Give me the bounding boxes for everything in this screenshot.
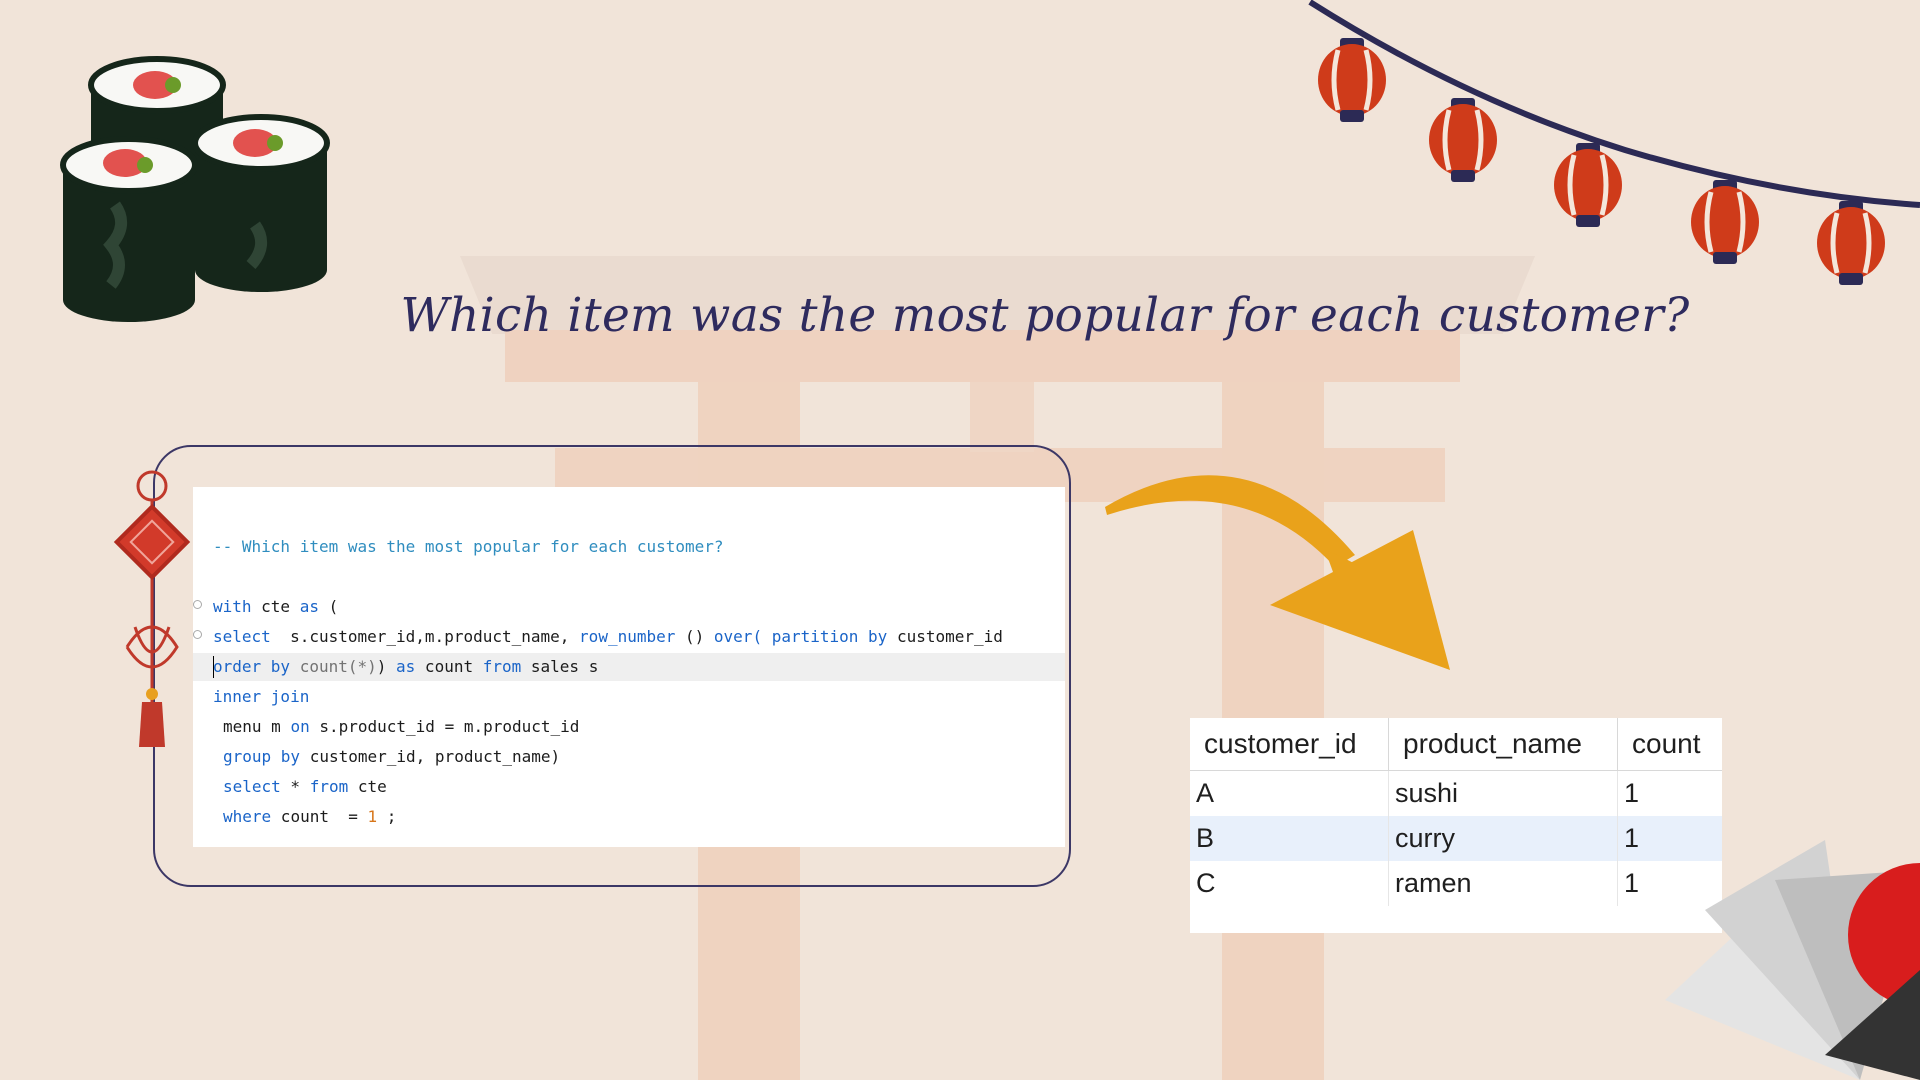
- chinese-knot-icon: [113, 470, 191, 747]
- cell-product-name[interactable]: curry: [1388, 816, 1618, 861]
- table-row[interactable]: A sushi 1: [1190, 770, 1723, 817]
- code-line: where count = 1 ;: [223, 807, 397, 826]
- cell-count[interactable]: 1: [1618, 771, 1723, 817]
- query-result-grid[interactable]: customer_id product_name count A sushi 1…: [1190, 718, 1722, 933]
- code-comment: -- Which item was the most popular for e…: [213, 537, 724, 556]
- paper-fan-icon: [1665, 840, 1920, 1080]
- code-line: select s.customer_id,m.product_name, row…: [213, 627, 1003, 646]
- code-line: select * from cte: [223, 777, 387, 796]
- cell-customer-id[interactable]: C: [1190, 861, 1389, 906]
- column-header-count[interactable]: count: [1617, 718, 1722, 771]
- cell-product-name[interactable]: ramen: [1388, 861, 1618, 906]
- table-row[interactable]: B curry 1: [1190, 816, 1722, 861]
- code-line: group by customer_id, product_name): [223, 747, 561, 766]
- text-caret: [213, 656, 214, 678]
- code-line: order by count(*)) as count from sales s: [213, 657, 599, 676]
- lantern-string-icon: [1308, 0, 1920, 285]
- column-header-customer-id[interactable]: customer_id: [1190, 718, 1389, 771]
- cell-customer-id[interactable]: B: [1190, 816, 1389, 861]
- column-header-product-name[interactable]: product_name: [1388, 718, 1618, 771]
- curved-arrow-icon: [1105, 475, 1450, 670]
- page-title: Which item was the most popular for each…: [400, 288, 1690, 343]
- fold-toggle-icon[interactable]: [193, 630, 202, 639]
- code-line: with cte as (: [213, 597, 339, 616]
- sql-code-editor[interactable]: -- Which item was the most popular for e…: [193, 487, 1065, 847]
- code-line: inner join: [213, 687, 310, 706]
- code-line: menu m on s.product_id = m.product_id: [223, 717, 580, 736]
- fold-toggle-icon[interactable]: [193, 600, 202, 609]
- table-row[interactable]: C ramen 1: [1190, 861, 1722, 906]
- cell-customer-id[interactable]: A: [1190, 770, 1389, 816]
- cell-product-name[interactable]: sushi: [1388, 770, 1618, 816]
